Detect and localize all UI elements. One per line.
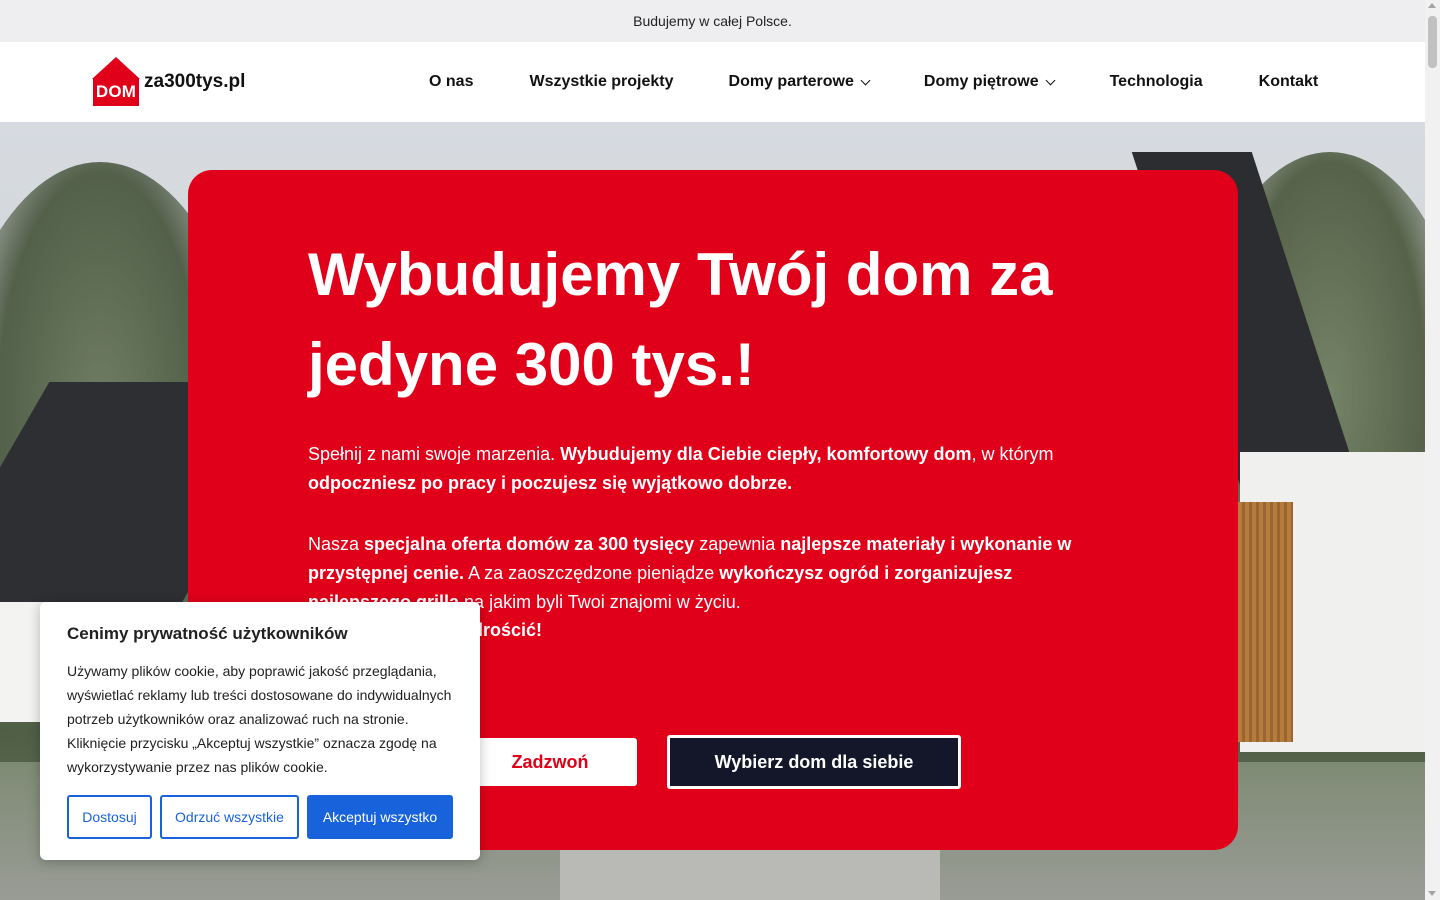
scroll-up-arrow-icon[interactable] [1428,3,1436,8]
text-span: Spełnij z nami swoje marzenia. [308,444,561,464]
cookie-consent-banner: Cenimy prywatność użytkowników Używamy p… [40,602,480,860]
chevron-down-icon [860,75,871,86]
site-logo[interactable]: DOM za300tys.pl [92,57,245,107]
chevron-down-icon [1045,75,1056,86]
text-span: A za zaoszczędzone pieniądze [464,563,720,583]
text-bold: specjalna oferta domów za 300 tysięcy [364,534,695,554]
announcement-text: Budujemy w całej Polsce. [633,13,792,29]
logo-badge: DOM [93,78,139,106]
text-bold: Wybudujemy dla Ciebie ciepły, komfortowy… [560,444,972,464]
nav-item-domy-parterowe[interactable]: Domy parterowe [728,73,871,91]
cookie-text: Używamy plików cookie, aby poprawić jako… [67,663,452,775]
nav-item-wszystkie-projekty[interactable]: Wszystkie projekty [529,73,673,91]
announcement-bar: Budujemy w całej Polsce. [0,0,1425,42]
scrollbar-thumb[interactable] [1428,16,1437,68]
nav-item-kontakt[interactable]: Kontakt [1259,73,1319,91]
page-scrollbar[interactable] [1425,0,1440,900]
text-bold: odpoczniesz po pracy i poczujesz się wyj… [308,473,793,493]
cookie-reject-button[interactable]: Odrzuć wszystkie [160,795,299,839]
hero-paragraph-3: drościć! [472,620,543,640]
call-button[interactable]: Zadzwoń [463,738,637,786]
cookie-title: Cenimy prywatność użytkowników [67,624,348,643]
main-nav: O nas Wszystkie projekty Domy parterowe … [429,42,1318,122]
cookie-accept-button[interactable]: Akceptuj wszystko [307,795,453,839]
nav-label: Technologia [1109,73,1203,90]
nav-label: Domy piętrowe [923,73,1039,90]
hero-title: Wybudujemy Twój dom za jedyne 300 tys.! [308,241,1053,398]
nav-item-domy-pietrowe[interactable]: Domy piętrowe [923,73,1056,91]
scroll-down-arrow-icon[interactable] [1428,891,1436,896]
text-span: zapewnia [694,534,781,554]
nav-item-technologia[interactable]: Technologia [1110,73,1203,91]
hero-paragraph-1: Spełnij z nami swoje marzenia. Wybudujem… [308,440,1108,498]
nav-label: Wszystkie projekty [529,73,674,90]
cookie-customize-button[interactable]: Dostosuj [67,795,152,839]
nav-label: O nas [429,73,474,90]
choose-house-button[interactable]: Wybierz dom dla siebie [667,735,961,789]
house-logo-icon: DOM [92,57,140,107]
text-span: , w którym [971,444,1054,464]
site-header: DOM za300tys.pl O nas Wszystkie projekty… [0,42,1425,122]
text-span: Nasza [308,534,365,554]
text-span: na jakim byli Twoi znajomi w życiu. [459,592,741,612]
nav-label: Kontakt [1258,73,1319,90]
logo-text: za300tys.pl [144,71,246,92]
nav-item-o-nas[interactable]: O nas [429,73,473,91]
nav-label: Domy parterowe [728,73,854,90]
